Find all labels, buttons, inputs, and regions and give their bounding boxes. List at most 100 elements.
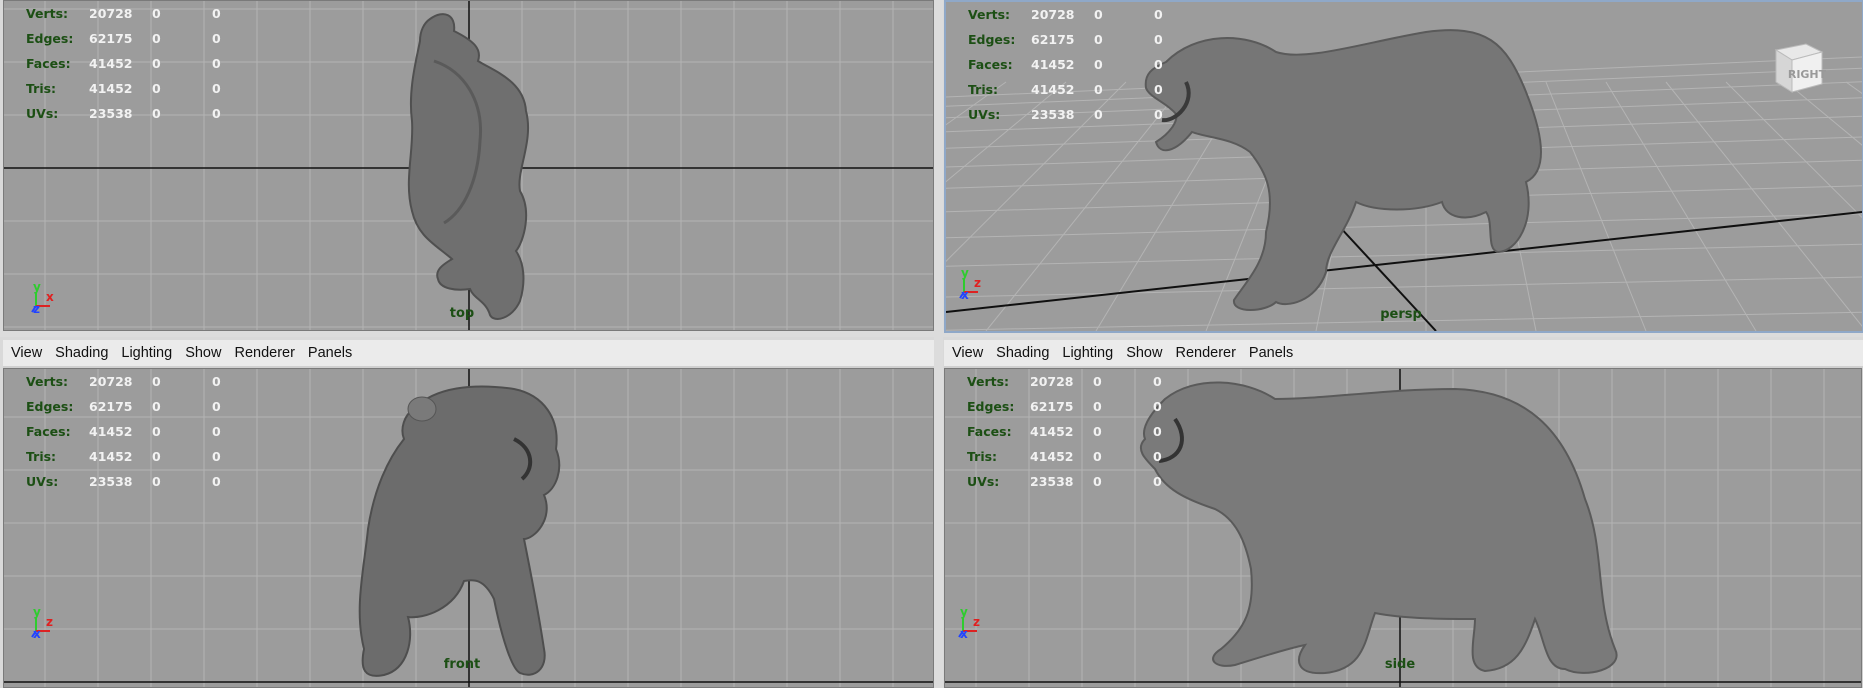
- hud-value: 23538: [89, 474, 133, 489]
- hud-sel: 0: [1094, 7, 1103, 22]
- axis-gizmo-icon: yzx: [957, 605, 993, 645]
- hud-tri: 0: [1153, 424, 1162, 439]
- poly-count-hud: Verts: 20728 0 0 Edges: 62175 0 0 Faces: 41452 0 0 T…: [26, 1, 272, 126]
- viewport-front[interactable]: Verts: 20728 0 0 Edges: 62175 0 0 Faces: 41452 0 0 T…: [3, 368, 934, 688]
- menu-view[interactable]: View: [952, 345, 983, 361]
- hud-sel: 0: [1094, 32, 1103, 47]
- hud-tri: 0: [212, 81, 221, 96]
- axis-label: z: [974, 276, 981, 290]
- axis-gizmo-icon: yxz: [30, 280, 66, 320]
- hud-tri: 0: [212, 449, 221, 464]
- view-cube-icon[interactable]: RIGHT: [1766, 36, 1827, 96]
- hud-sel: 0: [152, 106, 161, 121]
- hud-sel: 0: [1093, 374, 1102, 389]
- hud-label: Faces:: [968, 57, 1013, 72]
- hud-value: 20728: [1031, 7, 1075, 22]
- menu-view[interactable]: View: [11, 345, 42, 361]
- hud-row: Verts: 20728 0 0: [26, 369, 272, 394]
- hud-sel: 0: [152, 81, 161, 96]
- axis-label: x: [961, 288, 969, 302]
- axis-label: z: [33, 302, 40, 316]
- hud-sel: 0: [1093, 474, 1102, 489]
- camera-label: persp: [1380, 307, 1422, 322]
- hud-row: UVs: 23538 0 0: [26, 469, 272, 494]
- panel-menubar-front: View Shading Lighting Show Renderer Panels: [3, 340, 934, 366]
- viewport-persp[interactable]: Verts: 20728 0 0 Edges: 62175 0 0 Faces: 41452 0 0 T…: [944, 0, 1863, 333]
- axis-label: y: [960, 605, 968, 619]
- hud-sel: 0: [152, 374, 161, 389]
- menu-panels[interactable]: Panels: [1249, 345, 1293, 361]
- hud-tri: 0: [212, 424, 221, 439]
- menu-lighting[interactable]: Lighting: [121, 345, 172, 361]
- hud-row: Faces: 41452 0 0: [26, 419, 272, 444]
- menu-renderer[interactable]: Renderer: [1175, 345, 1235, 361]
- hud-value: 41452: [89, 56, 133, 71]
- hud-value: 20728: [1030, 374, 1074, 389]
- hud-value: 62175: [89, 31, 133, 46]
- hud-sel: 0: [1094, 107, 1103, 122]
- menu-shading[interactable]: Shading: [996, 345, 1049, 361]
- hud-label: Edges:: [968, 32, 1016, 47]
- hud-value: 41452: [89, 81, 133, 96]
- hud-tri: 0: [1154, 107, 1163, 122]
- hud-tri: 0: [212, 399, 221, 414]
- camera-label: top: [449, 306, 475, 321]
- hud-sel: 0: [152, 399, 161, 414]
- hud-row: Faces: 41452 0 0: [26, 51, 272, 76]
- hud-label: Tris:: [26, 81, 57, 96]
- menu-shading[interactable]: Shading: [55, 345, 108, 361]
- hud-row: UVs: 23538 0 0: [26, 101, 272, 126]
- hud-row: Edges: 62175 0 0: [26, 26, 272, 51]
- hud-tri: 0: [1153, 474, 1162, 489]
- hud-value: 62175: [1031, 32, 1075, 47]
- hud-value: 41452: [1030, 449, 1074, 464]
- camera-label: side: [1384, 657, 1416, 672]
- hud-sel: 0: [1094, 82, 1103, 97]
- menu-renderer[interactable]: Renderer: [234, 345, 294, 361]
- hud-value: 41452: [1031, 82, 1075, 97]
- hud-label: UVs:: [967, 474, 1000, 489]
- hud-label: Tris:: [968, 82, 999, 97]
- viewport-side[interactable]: Verts: 20728 0 0 Edges: 62175 0 0 Faces: 41452 0 0 T…: [944, 368, 1862, 688]
- hud-tri: 0: [1154, 32, 1163, 47]
- menu-lighting[interactable]: Lighting: [1062, 345, 1113, 361]
- hud-label: Edges:: [26, 399, 74, 414]
- hud-value: 20728: [89, 6, 133, 21]
- hud-row: Tris: 41452 0 0: [968, 77, 1214, 102]
- menu-show[interactable]: Show: [185, 345, 221, 361]
- hud-label: Faces:: [26, 56, 71, 71]
- hud-label: Edges:: [26, 31, 74, 46]
- poly-count-hud: Verts: 20728 0 0 Edges: 62175 0 0 Faces: 41452 0 0 T…: [967, 369, 1213, 494]
- hud-label: Faces:: [967, 424, 1012, 439]
- hud-label: Verts:: [26, 374, 69, 389]
- hud-row: Edges: 62175 0 0: [967, 394, 1213, 419]
- hud-sel: 0: [1093, 399, 1102, 414]
- poly-count-hud: Verts: 20728 0 0 Edges: 62175 0 0 Faces: 41452 0 0 T…: [26, 369, 272, 494]
- hud-sel: 0: [152, 6, 161, 21]
- hud-value: 41452: [1030, 424, 1074, 439]
- viewport-top[interactable]: Verts: 20728 0 0 Edges: 62175 0 0 Faces: 41452 0 0 T…: [3, 0, 934, 331]
- hud-row: Tris: 41452 0 0: [967, 444, 1213, 469]
- hud-label: Faces:: [26, 424, 71, 439]
- hud-value: 20728: [89, 374, 133, 389]
- hud-row: Faces: 41452 0 0: [967, 419, 1213, 444]
- menu-show[interactable]: Show: [1126, 345, 1162, 361]
- hud-sel: 0: [152, 56, 161, 71]
- hud-row: UVs: 23538 0 0: [967, 469, 1213, 494]
- hud-row: Tris: 41452 0 0: [26, 444, 272, 469]
- hud-label: UVs:: [26, 106, 59, 121]
- hud-value: 23538: [1030, 474, 1074, 489]
- poly-count-hud: Verts: 20728 0 0 Edges: 62175 0 0 Faces: 41452 0 0 T…: [968, 2, 1214, 127]
- hud-row: UVs: 23538 0 0: [968, 102, 1214, 127]
- axis-label: y: [33, 605, 41, 619]
- hud-tri: 0: [212, 6, 221, 21]
- hud-sel: 0: [1094, 57, 1103, 72]
- axis-gizmo-icon: yzx: [30, 605, 66, 645]
- axis-label: x: [33, 627, 41, 641]
- menu-panels[interactable]: Panels: [308, 345, 352, 361]
- hud-tri: 0: [1153, 399, 1162, 414]
- hud-label: Edges:: [967, 399, 1015, 414]
- hud-sel: 0: [152, 424, 161, 439]
- vertical-splitter[interactable]: [934, 0, 943, 688]
- axis-label: z: [973, 615, 980, 629]
